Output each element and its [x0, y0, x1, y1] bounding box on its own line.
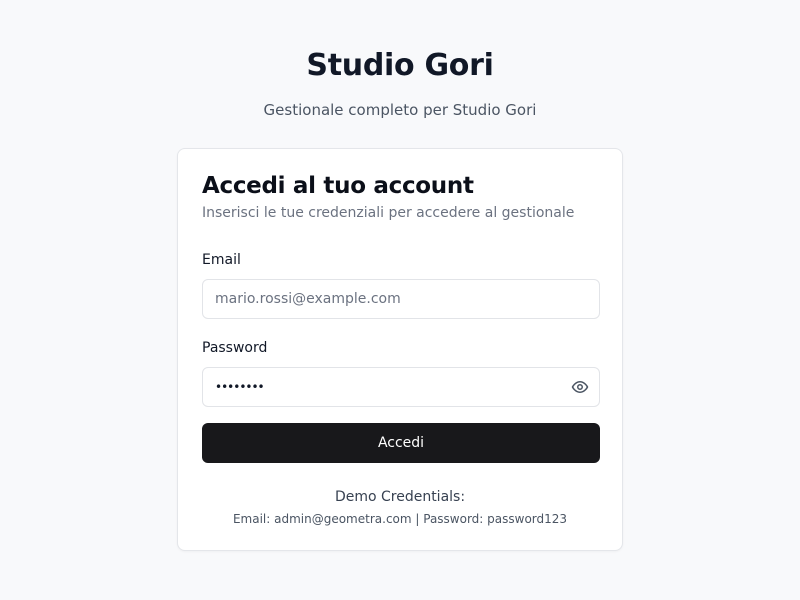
password-label: Password	[202, 340, 268, 356]
eye-icon[interactable]	[571, 378, 589, 396]
page-header: Studio Gori Gestionale completo per Stud…	[0, 46, 800, 120]
demo-credentials-title: Demo Credentials:	[334, 489, 466, 505]
demo-credentials-detail: Email: admin@geometra.com | Password: pa…	[232, 512, 568, 526]
password-field[interactable]	[215, 368, 555, 406]
login-button[interactable]: Accedi	[202, 423, 600, 463]
email-field-box	[202, 279, 600, 319]
password-field-box	[202, 367, 600, 407]
app-title: Studio Gori	[306, 48, 494, 83]
card-description: Inserisci le tue credenziali per acceder…	[202, 205, 575, 221]
email-label: Email	[202, 252, 241, 268]
email-field[interactable]	[215, 280, 555, 318]
app-subtitle: Gestionale completo per Studio Gori	[263, 101, 537, 119]
login-card: Accedi al tuo account Inserisci le tue c…	[177, 148, 623, 551]
card-title: Accedi al tuo account	[202, 173, 474, 199]
